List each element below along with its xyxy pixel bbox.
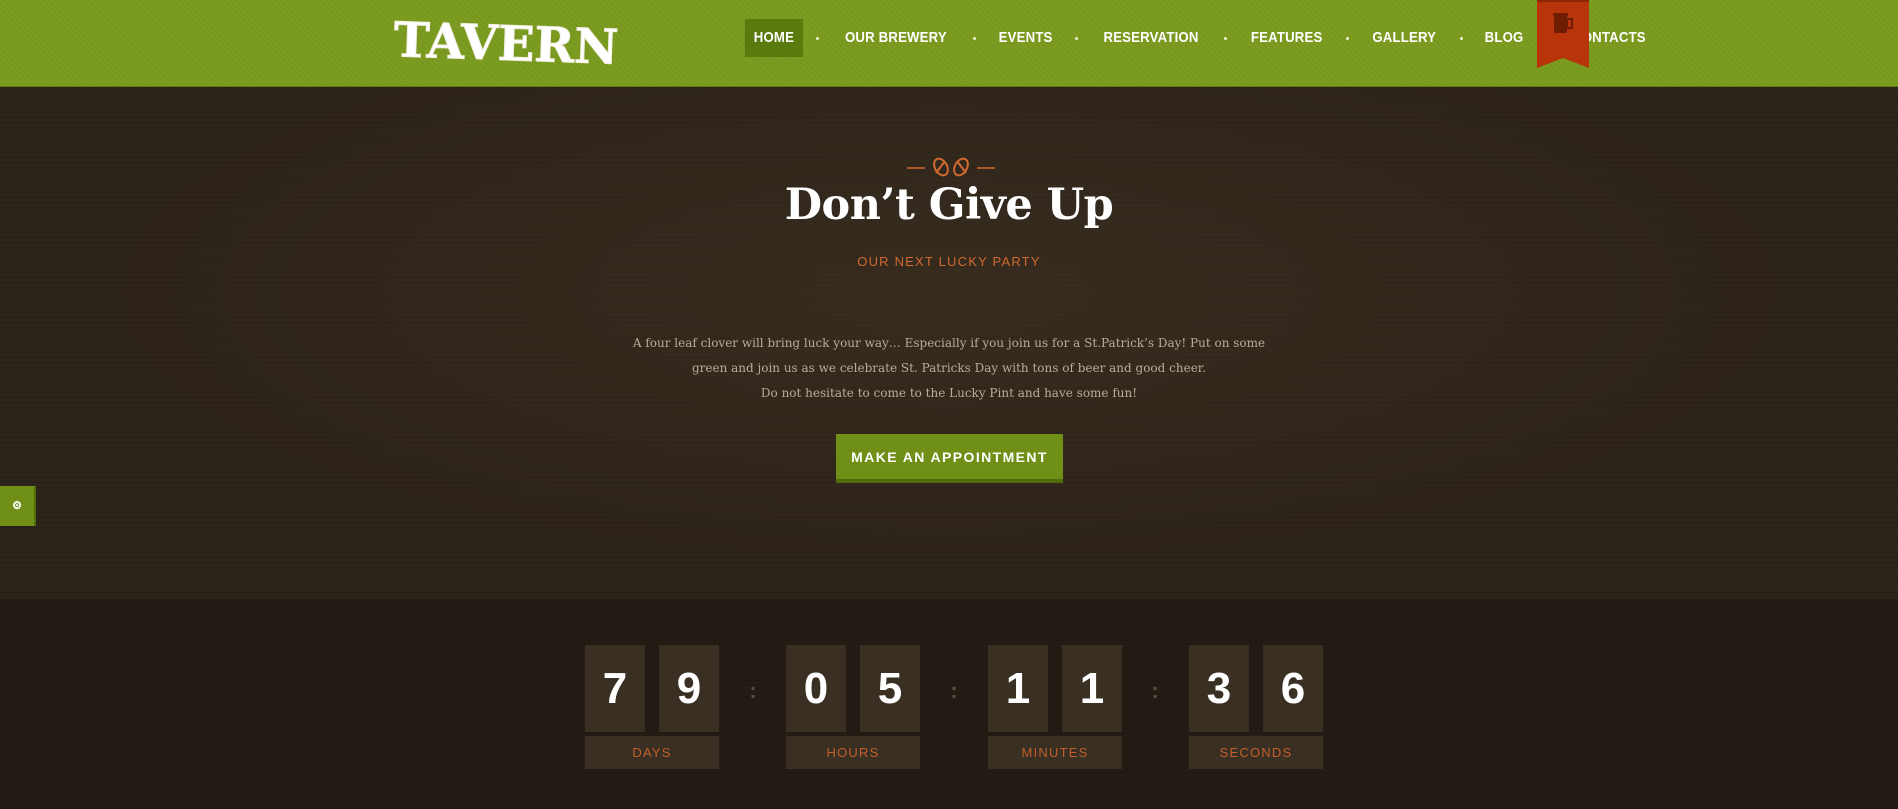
cart-ribbon[interactable] — [1537, 0, 1589, 68]
countdown-hours: 0 5 HOURS — [786, 645, 920, 769]
nav-item-our-brewery[interactable]: OUR BREWERY — [836, 19, 956, 57]
hero-subtitle: OUR NEXT LUCKY PARTY — [857, 254, 1041, 269]
countdown-digit: 7 — [585, 645, 645, 732]
nav-item-reservation[interactable]: RESERVATION — [1095, 19, 1208, 57]
nav-item-home[interactable]: HOME — [744, 19, 803, 57]
hops-icon — [907, 157, 995, 177]
countdown-digit: 0 — [786, 645, 846, 732]
hero-description: A four leaf clover will bring luck your … — [600, 331, 1298, 406]
countdown-digit: 3 — [1189, 645, 1249, 732]
tavern-logo[interactable]: TAVERN — [378, 16, 634, 72]
nav-separator — [1459, 36, 1463, 40]
nav-separator — [1346, 36, 1350, 40]
nav-separator — [815, 36, 819, 40]
style-switcher-tab[interactable]: ⚙ — [0, 486, 36, 526]
svg-text:TAVERN: TAVERN — [393, 16, 619, 72]
hero-text-line: green and join us as we celebrate St. Pa… — [691, 361, 1207, 375]
countdown-days: 7 9 DAYS — [585, 645, 719, 769]
hero-text-line: A four leaf clover will bring luck your … — [632, 336, 1266, 350]
make-appointment-button[interactable]: MAKE AN APPOINTMENT — [836, 434, 1063, 483]
countdown-digit: 1 — [1062, 645, 1122, 732]
countdown-minutes: 1 1 MINUTES — [988, 645, 1122, 769]
countdown-digit: 9 — [659, 645, 719, 732]
countdown-label: DAYS — [585, 736, 719, 769]
countdown-digit: 6 — [1263, 645, 1323, 732]
countdown-label: MINUTES — [988, 736, 1122, 769]
nav-item-features[interactable]: FEATURES — [1242, 19, 1331, 57]
countdown-digit: 5 — [860, 645, 920, 732]
nav-item-blog[interactable]: BLOG — [1476, 19, 1532, 57]
nav-item-events[interactable]: EVENTS — [990, 19, 1061, 57]
page-title: Don’t Give Up — [784, 180, 1114, 230]
nav-separator — [1074, 36, 1078, 40]
palette-icon: ⚙ — [12, 500, 22, 512]
nav-separator — [1223, 36, 1227, 40]
countdown-digit: 1 — [988, 645, 1048, 732]
main-nav: HOME OUR BREWERY EVENTS RESERVATION FEAT… — [741, 19, 1661, 57]
countdown-seconds: 3 6 SECONDS — [1189, 645, 1323, 769]
nav-item-gallery[interactable]: GALLERY — [1364, 19, 1445, 57]
countdown-separator: : — [950, 678, 958, 703]
nav-separator — [972, 36, 976, 40]
hero-text-line: Do not hesitate to come to the Lucky Pin… — [760, 386, 1138, 400]
site-header: TAVERN HOME OUR BREWERY EVENTS RESERVATI… — [0, 0, 1898, 87]
countdown-separator: : — [1151, 678, 1159, 703]
countdown-label: SECONDS — [1189, 736, 1323, 769]
countdown-separator: : — [749, 678, 757, 703]
countdown-label: HOURS — [786, 736, 920, 769]
